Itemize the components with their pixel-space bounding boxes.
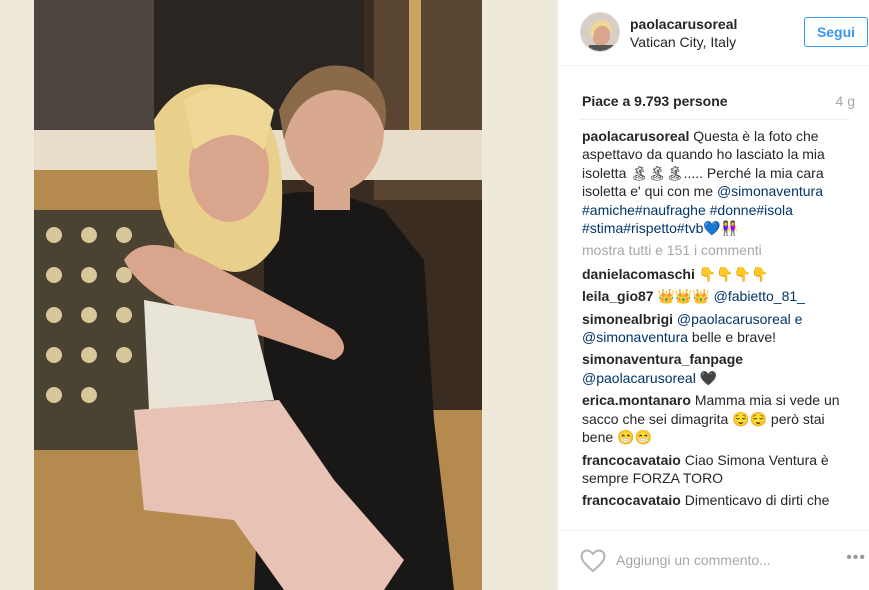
comment-username[interactable]: simonaventura_fanpage bbox=[582, 351, 743, 367]
list-item: simonealbrigi @paolacarusoreal e @simona… bbox=[582, 310, 850, 347]
more-options-icon[interactable]: ••• bbox=[846, 549, 866, 567]
comment-username[interactable]: leila_gio87 bbox=[582, 288, 654, 304]
comment-username[interactable]: erica.montanaro bbox=[582, 392, 691, 408]
heart-outline-icon[interactable] bbox=[580, 549, 606, 573]
comment-text: Dimenticavo di dirti che bbox=[680, 492, 830, 509]
caption: paolacarusoreal Questa è la foto che asp… bbox=[582, 127, 850, 237]
comments-list: paolacarusoreal Questa è la foto che asp… bbox=[582, 127, 850, 525]
comment-text: 🖤 bbox=[695, 369, 718, 386]
post-username[interactable]: paolacarusoreal bbox=[630, 16, 737, 32]
likes-count[interactable]: Piace a 9.793 persone bbox=[582, 93, 728, 109]
comment-footer: ••• bbox=[558, 530, 869, 590]
comment-username[interactable]: francocavataio bbox=[582, 492, 681, 508]
follow-button[interactable]: Segui bbox=[804, 17, 868, 47]
comment-mention[interactable]: @fabietto_81_ bbox=[714, 288, 805, 304]
likes-divider bbox=[580, 119, 850, 120]
list-item: erica.montanaro Mamma mia si vede un sac… bbox=[582, 391, 850, 446]
comment-username[interactable]: danielacomaschi bbox=[582, 266, 695, 282]
list-item: leila_gio87 👑👑👑 @fabietto_81_ bbox=[582, 287, 850, 305]
list-item: danielacomaschi 👇👇👇👇 bbox=[582, 265, 850, 283]
comment-text: 👑👑👑 bbox=[653, 288, 714, 305]
comment-mention[interactable]: @paolacarusoreal bbox=[582, 370, 696, 386]
caption-username[interactable]: paolacarusoreal bbox=[582, 128, 689, 144]
post-header: paolacarusoreal Vatican City, Italy Segu… bbox=[558, 0, 869, 66]
post-location[interactable]: Vatican City, Italy bbox=[630, 34, 736, 50]
comment-text: belle e brave! bbox=[688, 329, 776, 346]
caption-emoji: 💙👭 bbox=[703, 220, 739, 237]
comment-username[interactable]: simonealbrigi bbox=[582, 311, 673, 327]
show-all-comments-link[interactable]: mostra tutti e 151 i commenti bbox=[582, 241, 850, 259]
list-item: simonaventura_fanpage @paolacarusoreal 🖤 bbox=[582, 350, 850, 387]
comment-username[interactable]: francocavataio bbox=[582, 452, 681, 468]
post-photo[interactable] bbox=[34, 0, 482, 590]
user-avatar[interactable] bbox=[580, 12, 620, 52]
post-sidebar: paolacarusoreal Vatican City, Italy Segu… bbox=[557, 0, 869, 590]
list-item: francocavataio Ciao Simona Ventura è sem… bbox=[582, 451, 850, 488]
comment-text: 👇👇👇👇 bbox=[694, 265, 769, 282]
add-comment-input[interactable] bbox=[616, 549, 826, 571]
list-item: francocavataio Dimenticavo di dirti che bbox=[582, 491, 850, 509]
post-time: 4 g bbox=[835, 93, 855, 109]
